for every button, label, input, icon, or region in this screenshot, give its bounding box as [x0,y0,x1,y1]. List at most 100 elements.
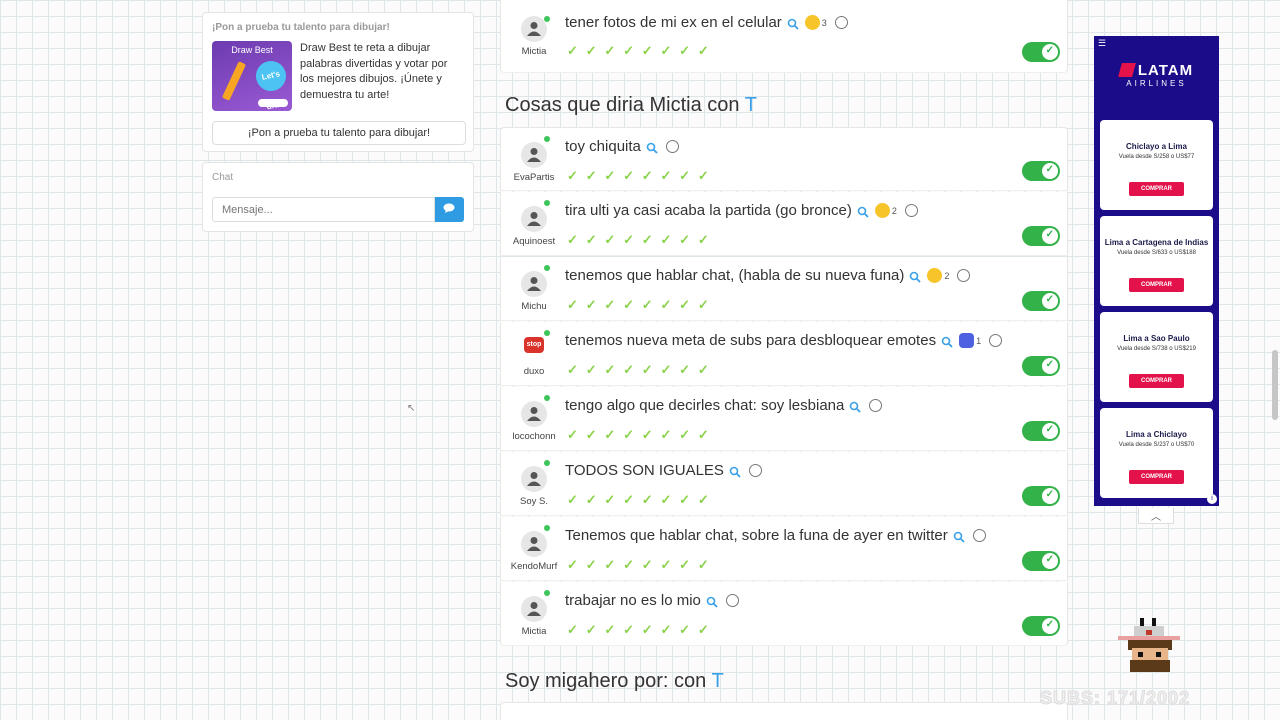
ad-flight-card[interactable]: Lima a Sao Paulo Vuela desde S/738 o US$… [1100,312,1213,402]
phrase-text: tenemos que hablar chat, (habla de su nu… [565,267,971,284]
add-reaction-icon[interactable] [748,464,762,477]
user-icon [527,602,541,616]
vote-toggle[interactable]: ✓ [1022,42,1060,62]
username[interactable]: duxo [501,366,567,377]
vote-toggle[interactable]: ✓ [1022,486,1060,506]
phrase-label: Tenemos que hablar chat, sobre la funa d… [565,527,948,544]
username[interactable]: EvaPartis [501,172,567,183]
pixel-character-sprite [1118,618,1180,672]
chat-message-input[interactable] [212,197,435,222]
username[interactable]: Michu [501,301,567,312]
avatar[interactable] [521,596,547,622]
avatar[interactable] [521,401,547,427]
add-reaction-icon[interactable] [834,16,848,29]
latam-ad[interactable]: ☰ LATAM AIRLINES Chiclayo a Lima Vuela d… [1094,36,1219,506]
phrase-label: trabajar no es lo mio [565,592,701,609]
ad-flight-card[interactable]: Chiclayo a Lima Vuela desde S/258 o US$7… [1100,120,1213,210]
flight-route: Lima a Cartagena de Indias [1104,238,1209,247]
search-icon[interactable] [706,595,718,608]
section-title-text: Cosas que diria Mictia con [505,94,740,116]
reaction-badge[interactable]: 1 [959,333,981,348]
chevron-up-icon[interactable]: ︿ [1138,508,1174,524]
phrase-row: Michu tenemos que hablar chat, (habla de… [500,257,1068,321]
buy-button[interactable]: COMPRAR [1129,470,1184,484]
search-icon[interactable] [909,270,922,283]
vote-toggle[interactable]: ✓ [1022,226,1060,246]
avatar[interactable] [521,466,547,492]
phrase-text: tengo algo que decirles chat: soy lesbia… [565,397,883,414]
ad-flight-card[interactable]: Lima a Cartagena de Indias Vuela desde S… [1100,216,1213,306]
vote-toggle[interactable]: ✓ [1022,291,1060,311]
buy-button[interactable]: COMPRAR [1129,182,1184,196]
vote-toggle[interactable]: ✓ [1022,551,1060,571]
buy-button[interactable]: COMPRAR [1129,374,1184,388]
reaction-badge[interactable]: 2 [874,203,897,218]
search-icon[interactable] [857,205,869,218]
phrase-text: Tenemos que hablar chat, sobre la funa d… [565,527,986,544]
checkmarks: ✓ ✓ ✓ ✓ ✓ ✓ ✓ ✓ [567,492,709,507]
user-icon [527,22,541,36]
checkmarks: ✓ ✓ ✓ ✓ ✓ ✓ ✓ ✓ [567,297,709,312]
section-letter[interactable]: T [745,94,757,116]
flight-price: Vuela desde S/633 o US$188 [1117,250,1196,256]
phrase-row: Aquinoest tira ulti ya casi acaba la par… [500,192,1068,256]
avatar[interactable] [521,16,547,42]
reaction-badge[interactable]: 2 [927,268,949,283]
username[interactable]: locochonn [501,431,567,442]
section-letter[interactable]: T [711,670,723,692]
avatar[interactable] [521,531,547,557]
avatar[interactable] [521,206,547,232]
chat-send-button[interactable] [434,197,464,222]
vote-toggle[interactable]: ✓ [1022,161,1060,181]
add-reaction-icon[interactable] [725,594,739,607]
vote-toggle[interactable]: ✓ [1022,616,1060,636]
ad-menu-icon[interactable]: ☰ [1098,38,1106,49]
add-reaction-icon[interactable] [957,269,971,282]
flight-route: Chiclayo a Lima [1126,142,1187,151]
phrase-text: TODOS SON IGUALES [565,462,762,479]
search-icon[interactable] [941,335,953,348]
search-icon[interactable] [646,141,658,154]
draw-best-image[interactable]: Draw Best Let's draw! [212,41,292,111]
username[interactable]: Mictia [501,46,567,57]
add-reaction-icon[interactable] [665,140,679,153]
buy-button[interactable]: COMPRAR [1129,278,1184,292]
vote-toggle[interactable]: ✓ [1022,421,1060,441]
username[interactable]: Aquinoest [501,236,567,247]
ad-info-icon[interactable]: i [1207,494,1217,504]
username[interactable]: KendoMurf [501,561,567,572]
scrollbar[interactable] [1272,350,1278,420]
chat-bubble-icon [443,203,455,213]
stop-avatar[interactable]: stop [524,337,544,353]
search-icon[interactable] [729,465,741,478]
add-reaction-icon[interactable] [972,529,986,542]
username[interactable]: Soy S. [501,496,567,507]
search-icon[interactable] [787,17,799,30]
promo-description: Draw Best te reta a dibujar palabras div… [300,42,448,101]
latam-logo: LATAM AIRLINES [1094,62,1219,88]
search-icon[interactable] [849,400,861,413]
user-icon [527,277,541,291]
search-icon[interactable] [953,530,965,543]
user-icon [527,472,541,486]
reaction-badge[interactable]: 3 [804,15,827,30]
ad-brand-sub: AIRLINES [1126,79,1187,88]
phrase-label: tira ulti ya casi acaba la partida (go b… [565,202,852,219]
online-indicator [544,16,550,22]
username[interactable]: Mictia [501,626,567,637]
avatar[interactable] [521,271,547,297]
add-reaction-icon[interactable] [904,204,918,217]
phrase-row: KendoMurf Tenemos que hablar chat, sobre… [500,517,1068,581]
phrase-row-partial [500,702,1068,720]
online-indicator [544,265,550,271]
ad-flight-card[interactable]: Lima a Chiclayo Vuela desde S/237 o US$7… [1100,408,1213,498]
avatar[interactable] [521,142,547,168]
phrase-label: tenemos nueva meta de subs para desbloqu… [565,332,937,349]
vote-toggle[interactable]: ✓ [1022,356,1060,376]
checkmarks: ✓ ✓ ✓ ✓ ✓ ✓ ✓ ✓ [567,622,709,637]
promo-button[interactable]: ¡Pon a prueba tu talento para dibujar! [212,121,466,145]
add-reaction-icon[interactable] [869,399,883,412]
add-reaction-icon[interactable] [989,334,1003,347]
draw-best-image-title: Draw Best [231,45,273,55]
flight-route: Lima a Sao Paulo [1123,334,1190,343]
